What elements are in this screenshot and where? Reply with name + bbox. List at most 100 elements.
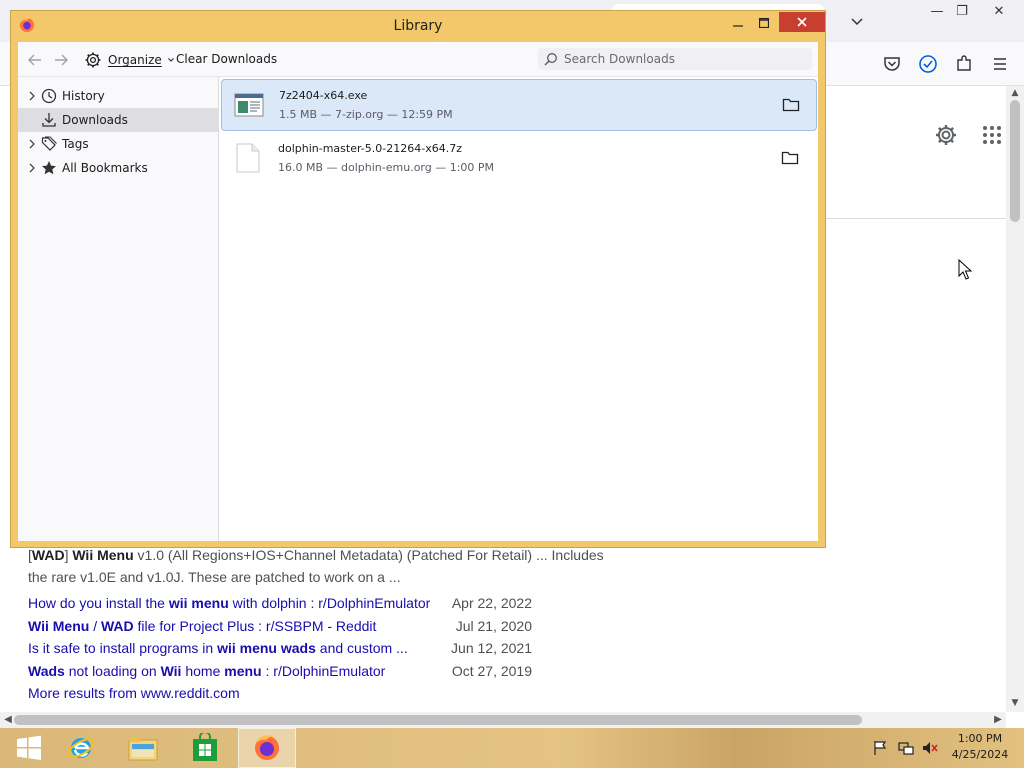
list-all-tabs-icon[interactable] (848, 12, 866, 30)
download-filename: 7z2404-x64.exe (279, 89, 368, 102)
apps-grid-icon[interactable] (982, 125, 1002, 145)
result-row: Wads not loading on Wii home menu : r/Do… (28, 660, 648, 683)
sidebar-item-downloads[interactable]: Downloads (18, 108, 219, 132)
more-results-link[interactable]: More results from www.reddit.com (28, 685, 240, 701)
star-icon (40, 159, 58, 177)
store-icon (193, 733, 217, 761)
download-meta: 16.0 MB — dolphin-emu.org — 1:00 PM (278, 161, 495, 174)
windows-logo-icon (17, 735, 41, 760)
result-date: Jun 12, 2021 (451, 640, 532, 656)
menu-icon[interactable] (990, 54, 1010, 74)
gear-icon (85, 52, 101, 68)
result-date: Oct 27, 2019 (451, 662, 532, 679)
back-arrow-icon[interactable] (26, 51, 44, 69)
library-close-button[interactable] (779, 12, 825, 32)
result-link[interactable]: Is it safe to install programs in wii me… (28, 637, 448, 660)
library-title: Library (393, 18, 443, 34)
scroll-up-arrow-icon[interactable]: ▲ (1010, 88, 1020, 98)
extensions-icon[interactable] (954, 54, 974, 74)
horizontal-scrollbar[interactable]: ◀ ▶ (0, 712, 1006, 728)
search-results: [WAD] Wii Menu v1.0 (All Regions+IOS+Cha… (28, 544, 648, 704)
scroll-left-arrow-icon[interactable]: ◀ (2, 714, 14, 726)
content-divider (826, 218, 1006, 219)
result-link[interactable]: Wii Menu / WAD file for Project Plus : r… (28, 615, 448, 638)
sidebar-item-all-bookmarks[interactable]: All Bookmarks (18, 156, 219, 180)
internet-explorer-icon (67, 738, 95, 758)
clock-date: 4/25/2024 (951, 748, 1009, 761)
search-downloads-box[interactable] (538, 48, 812, 70)
result-row: Wii Menu / WAD file for Project Plus : r… (28, 615, 648, 638)
snippet-highlight: WAD (31, 547, 65, 563)
download-item[interactable]: 7z2404-x64.exe 1.5 MB — 7-zip.org — 12:5… (221, 79, 817, 131)
expand-chevron-icon[interactable] (25, 163, 38, 173)
network-icon[interactable] (898, 740, 914, 756)
download-item[interactable]: dolphin-master-5.0-21264-x64.7z 16.0 MB … (221, 133, 817, 185)
expand-chevron-icon[interactable] (25, 91, 38, 101)
mouse-pointer-icon (958, 259, 972, 280)
dropdown-arrow-icon (167, 58, 174, 62)
tags-icon (40, 135, 58, 153)
vertical-scrollbar[interactable]: ▲ ▼ (1006, 86, 1024, 712)
sidebar-item-history[interactable]: History (18, 84, 219, 108)
scroll-down-arrow-icon[interactable]: ▼ (1010, 698, 1020, 708)
downloads-done-icon[interactable] (918, 54, 938, 74)
scroll-right-arrow-icon[interactable]: ▶ (992, 714, 1004, 726)
library-maximize-button[interactable] (751, 13, 777, 33)
sidebar-item-label: Downloads (62, 113, 128, 127)
result-row: How do you install the wii menu with dol… (28, 592, 648, 615)
search-icon (544, 53, 557, 66)
file-explorer-icon (128, 737, 158, 761)
result-row: Is it safe to install programs in wii me… (28, 637, 648, 660)
library-toolbar: Organize Clear Downloads (18, 42, 818, 77)
organize-label: Organize (108, 53, 162, 67)
result-snippet-line2: the rare v1.0E and v1.0J. These are patc… (28, 569, 401, 585)
search-downloads-input[interactable] (564, 52, 804, 66)
expand-chevron-icon[interactable] (25, 139, 38, 149)
taskbar-internet-explorer[interactable] (52, 728, 110, 768)
organize-button[interactable]: Organize (84, 50, 174, 70)
vertical-scroll-thumb[interactable] (1010, 100, 1020, 222)
sidebar-item-label: Tags (62, 137, 89, 151)
browser-close-button[interactable]: ✕ (982, 0, 1016, 22)
download-meta: 1.5 MB — 7-zip.org — 12:59 PM (279, 108, 453, 121)
download-icon (40, 111, 58, 129)
settings-gear-icon[interactable] (934, 123, 958, 147)
clear-downloads-button[interactable]: Clear Downloads (176, 52, 277, 66)
library-sidebar: History Downloads Tags All Bookmarks (18, 77, 219, 541)
action-center-flag-icon[interactable] (872, 740, 888, 756)
snippet-text: v1.0 (All Regions+IOS+Channel Metadata) … (133, 547, 604, 563)
minimize-icon (733, 25, 743, 27)
clock-time: 1:00 PM (957, 732, 1003, 745)
sidebar-item-tags[interactable]: Tags (18, 132, 219, 156)
library-titlebar[interactable]: Library (11, 11, 825, 41)
clock-icon (40, 87, 58, 105)
forward-arrow-icon[interactable] (52, 51, 70, 69)
volume-muted-icon[interactable] (922, 740, 938, 756)
snippet-highlight: Wii Menu (72, 547, 134, 563)
result-link[interactable]: Wads not loading on Wii home menu : r/Do… (28, 660, 448, 683)
system-clock[interactable]: 1:00 PM 4/25/2024 (940, 731, 1020, 763)
taskbar-file-explorer[interactable] (114, 728, 172, 768)
firefox-icon (255, 735, 279, 760)
pocket-icon[interactable] (882, 54, 902, 74)
taskbar (0, 728, 1024, 768)
taskbar-firefox[interactable] (238, 728, 296, 768)
browser-restore-button[interactable]: ❐ (945, 0, 979, 22)
result-date: Apr 22, 2022 (451, 595, 532, 611)
download-filename: dolphin-master-5.0-21264-x64.7z (278, 142, 462, 155)
open-folder-icon[interactable] (782, 96, 800, 114)
library-content: Organize Clear Downloads History Downloa… (18, 42, 818, 541)
library-minimize-button[interactable] (725, 13, 751, 33)
result-date: Jul 21, 2020 (455, 617, 532, 634)
start-button[interactable] (0, 728, 58, 768)
sidebar-item-label: History (62, 89, 105, 103)
close-icon (797, 17, 807, 27)
maximize-icon (759, 18, 769, 28)
library-window: Library Organize Clear Downloads Search … (10, 10, 826, 548)
sidebar-item-label: All Bookmarks (62, 161, 148, 175)
horizontal-scroll-thumb[interactable] (14, 715, 862, 725)
result-link[interactable]: How do you install the wii menu with dol… (28, 592, 448, 615)
downloads-list: 7z2404-x64.exe 1.5 MB — 7-zip.org — 12:5… (220, 77, 818, 541)
taskbar-store[interactable] (176, 728, 234, 768)
open-folder-icon[interactable] (781, 149, 799, 167)
